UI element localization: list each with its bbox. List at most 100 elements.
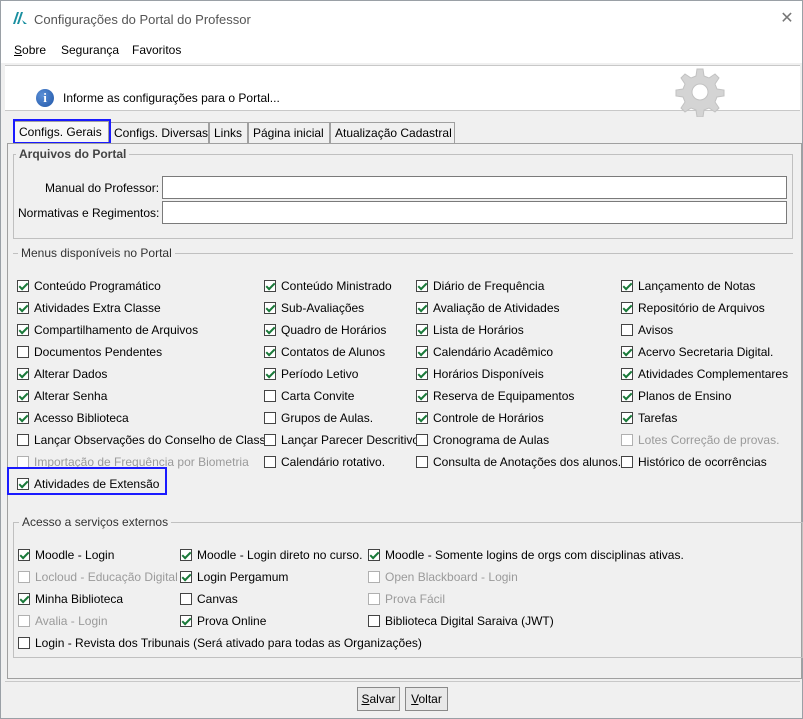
menu-checkbox[interactable]: Consulta de Anotações dos alunos. [416, 455, 621, 471]
menu-checkbox[interactable]: Quadro de Horários [264, 323, 386, 339]
checkbox-box[interactable] [264, 324, 276, 336]
checkbox-box[interactable] [416, 324, 428, 336]
tab-pagina-inicial[interactable]: Página inicial [248, 122, 330, 143]
normativas-input[interactable] [162, 201, 787, 224]
checkbox-box[interactable] [621, 412, 633, 424]
checkbox-box[interactable] [180, 593, 192, 605]
menu-favoritos[interactable]: Favoritos [132, 43, 181, 57]
checkbox-box[interactable] [264, 368, 276, 380]
external-service-checkbox[interactable]: Moodle - Login [18, 548, 114, 564]
menu-checkbox[interactable]: Lançamento de Notas [621, 279, 755, 295]
menu-checkbox[interactable]: Atividades Extra Classe [17, 301, 161, 317]
close-icon[interactable]: ✕ [775, 8, 799, 30]
menu-checkbox[interactable]: Grupos de Aulas. [264, 411, 373, 427]
menu-checkbox[interactable]: Histórico de ocorrências [621, 455, 767, 471]
menu-checkbox[interactable]: Lançar Observações do Conselho de Classe [17, 433, 272, 449]
checkbox-box[interactable] [17, 478, 29, 490]
checkbox-box[interactable] [264, 390, 276, 402]
checkbox-box[interactable] [180, 615, 192, 627]
checkbox-box[interactable] [621, 346, 633, 358]
menu-seguranca[interactable]: Segurança [61, 43, 119, 57]
checkbox-box[interactable] [621, 302, 633, 314]
menu-checkbox[interactable]: Período Letivo [264, 367, 358, 383]
menu-checkbox[interactable]: Avisos [621, 323, 673, 339]
checkbox-box[interactable] [18, 593, 30, 605]
menu-checkbox[interactable]: Carta Convite [264, 389, 354, 405]
checkbox-box[interactable] [17, 280, 29, 292]
menu-checkbox[interactable]: Conteúdo Programático [17, 279, 161, 295]
menu-checkbox[interactable]: Lançar Parecer Descritivo [264, 433, 419, 449]
checkbox-box[interactable] [621, 280, 633, 292]
menu-checkbox[interactable]: Sub-Avaliações [264, 301, 364, 317]
menu-checkbox[interactable]: Cronograma de Aulas [416, 433, 549, 449]
checkbox-box[interactable] [264, 280, 276, 292]
menu-checkbox[interactable]: Atividades Complementares [621, 367, 788, 383]
menu-checkbox[interactable]: Avaliação de Atividades [416, 301, 560, 317]
menu-checkbox[interactable]: Calendário Acadêmico [416, 345, 553, 361]
external-service-checkbox[interactable]: Biblioteca Digital Saraiva (JWT) [368, 614, 554, 630]
menu-checkbox[interactable]: Planos de Ensino [621, 389, 731, 405]
checkbox-box[interactable] [17, 412, 29, 424]
checkbox-box[interactable] [264, 456, 276, 468]
checkbox-box[interactable] [17, 368, 29, 380]
checkbox-box[interactable] [17, 390, 29, 402]
checkbox-box[interactable] [368, 549, 380, 561]
checkbox-box[interactable] [180, 549, 192, 561]
checkbox-box[interactable] [17, 346, 29, 358]
checkbox-box[interactable] [416, 280, 428, 292]
salvar-button[interactable]: Salvar [357, 687, 400, 711]
menu-checkbox[interactable]: Tarefas [621, 411, 677, 427]
menu-checkbox[interactable]: Atividades de Extensão [17, 477, 159, 493]
checkbox-box[interactable] [264, 302, 276, 314]
menu-checkbox[interactable]: Diário de Frequência [416, 279, 544, 295]
checkbox-box[interactable] [621, 368, 633, 380]
tab-configs-gerais[interactable]: Configs. Gerais [14, 121, 109, 144]
checkbox-box[interactable] [17, 324, 29, 336]
checkbox-box[interactable] [18, 549, 30, 561]
external-service-checkbox[interactable]: Minha Biblioteca [18, 592, 123, 608]
menu-checkbox[interactable]: Repositório de Arquivos [621, 301, 765, 317]
menu-sobre[interactable]: Sobre [14, 43, 46, 57]
checkbox-box[interactable] [621, 456, 633, 468]
menu-checkbox[interactable]: Controle de Horários [416, 411, 544, 427]
external-service-checkbox[interactable]: Canvas [180, 592, 238, 608]
checkbox-box[interactable] [264, 434, 276, 446]
menu-checkbox[interactable]: Compartilhamento de Arquivos [17, 323, 198, 339]
menu-checkbox[interactable]: Calendário rotativo. [264, 455, 385, 471]
menu-checkbox[interactable]: Contatos de Alunos [264, 345, 385, 361]
checkbox-box[interactable] [621, 390, 633, 402]
external-service-checkbox[interactable]: Moodle - Somente logins de orgs com disc… [368, 548, 684, 564]
checkbox-box[interactable] [416, 434, 428, 446]
menu-checkbox[interactable]: Documentos Pendentes [17, 345, 162, 361]
checkbox-box[interactable] [416, 302, 428, 314]
checkbox-box[interactable] [264, 346, 276, 358]
external-service-checkbox[interactable]: Prova Online [180, 614, 266, 630]
checkbox-box[interactable] [416, 412, 428, 424]
menu-checkbox[interactable]: Lista de Horários [416, 323, 524, 339]
menu-checkbox[interactable]: Acesso Biblioteca [17, 411, 129, 427]
external-service-checkbox[interactable]: Login Pergamum [180, 570, 288, 586]
menu-checkbox[interactable]: Reserva de Equipamentos [416, 389, 574, 405]
checkbox-box[interactable] [416, 368, 428, 380]
checkbox-box[interactable] [18, 637, 30, 649]
menu-checkbox[interactable]: Alterar Senha [17, 389, 107, 405]
voltar-button[interactable]: Voltar [405, 687, 448, 711]
checkbox-box[interactable] [17, 302, 29, 314]
menu-checkbox[interactable]: Horários Disponíveis [416, 367, 544, 383]
tab-links[interactable]: Links [209, 122, 248, 143]
external-service-checkbox[interactable]: Login - Revista dos Tribunais (Será ativ… [18, 636, 422, 652]
menu-checkbox[interactable]: Conteúdo Ministrado [264, 279, 392, 295]
checkbox-box[interactable] [621, 324, 633, 336]
checkbox-box[interactable] [180, 571, 192, 583]
tab-atualizacao-cadastral[interactable]: Atualização Cadastral [330, 122, 455, 143]
menu-checkbox[interactable]: Alterar Dados [17, 367, 107, 383]
checkbox-box[interactable] [368, 615, 380, 627]
tab-configs-diversas[interactable]: Configs. Diversas [109, 122, 209, 143]
external-service-checkbox[interactable]: Moodle - Login direto no curso. [180, 548, 362, 564]
manual-input[interactable] [162, 176, 787, 199]
checkbox-box[interactable] [416, 346, 428, 358]
checkbox-box[interactable] [416, 390, 428, 402]
checkbox-box[interactable] [416, 456, 428, 468]
checkbox-box[interactable] [17, 434, 29, 446]
menu-checkbox[interactable]: Acervo Secretaria Digital. [621, 345, 773, 361]
